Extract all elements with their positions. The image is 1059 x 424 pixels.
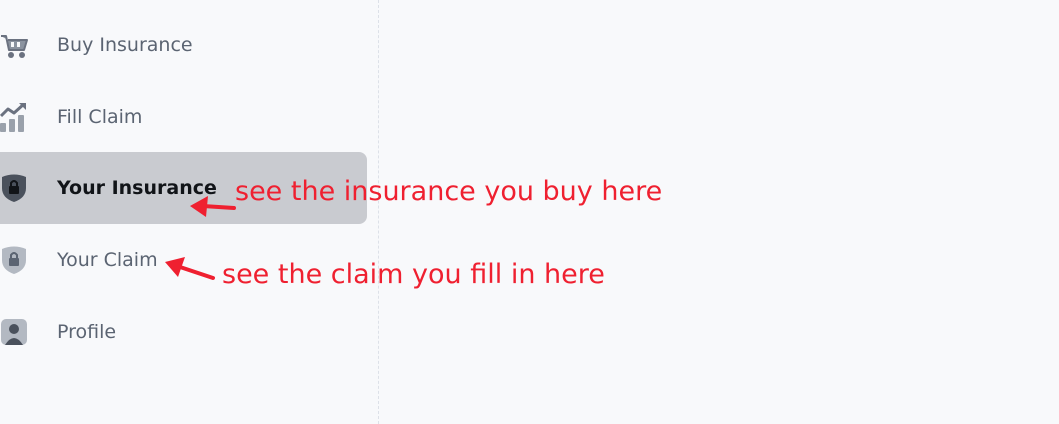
sidebar-item-label: Fill Claim bbox=[57, 106, 143, 128]
sidebar-item-buy-insurance[interactable]: Buy Insurance bbox=[0, 9, 367, 81]
sidebar-item-label: Buy Insurance bbox=[57, 34, 193, 56]
annotation-insurance-note: see the insurance you buy here bbox=[235, 176, 663, 207]
sidebar-item-profile[interactable]: Profile bbox=[0, 296, 367, 368]
page: Buy Insurance Fill Claim Your Insurance … bbox=[0, 0, 1059, 424]
user-icon bbox=[0, 317, 30, 347]
annotation-claim-note: see the claim you fill in here bbox=[222, 259, 605, 290]
sidebar-item-label: Profile bbox=[57, 321, 117, 343]
sidebar-item-label: Your Insurance bbox=[57, 177, 217, 199]
shield-lock-icon bbox=[0, 173, 30, 203]
sidebar: Buy Insurance Fill Claim Your Insurance … bbox=[0, 0, 379, 424]
sidebar-item-fill-claim[interactable]: Fill Claim bbox=[0, 81, 367, 153]
shield-lock-icon bbox=[0, 245, 30, 275]
chart-trend-icon bbox=[0, 102, 30, 132]
cart-icon bbox=[0, 30, 30, 60]
sidebar-item-label: Your Claim bbox=[57, 249, 158, 271]
